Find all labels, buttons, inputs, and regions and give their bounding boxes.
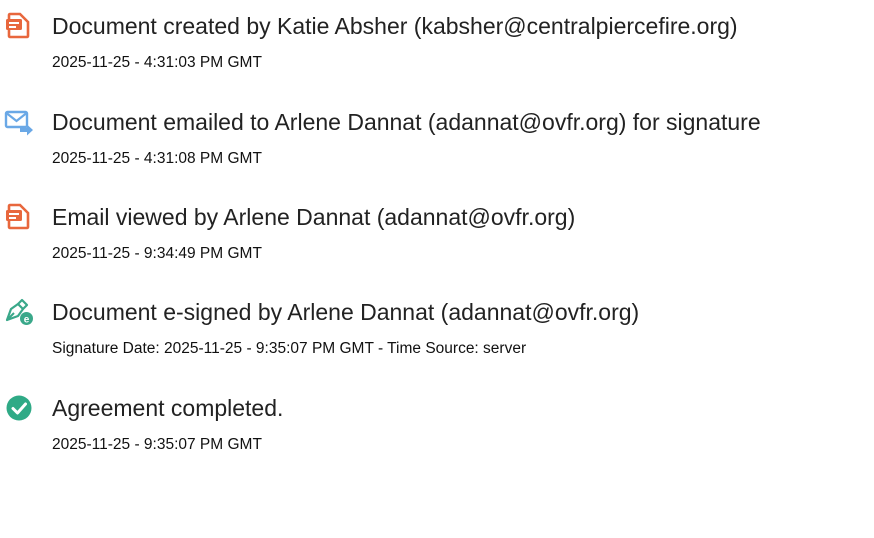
e-signed-icon: e	[4, 296, 34, 326]
event-title: Agreement completed.	[52, 395, 284, 421]
event-title: Document emailed to Arlene Dannat (adann…	[52, 109, 761, 135]
event-title: Document created by Katie Absher (kabshe…	[52, 13, 738, 39]
event-timestamp: 2025-11-25 - 9:34:49 PM GMT	[52, 245, 262, 262]
event-timestamp: 2025-11-25 - 4:31:03 PM GMT	[52, 54, 262, 71]
svg-text:e: e	[24, 314, 30, 325]
agreement-completed-icon	[4, 392, 34, 422]
event-timestamp: 2025-11-25 - 9:35:07 PM GMT	[52, 436, 262, 453]
event-title: Email viewed by Arlene Dannat (adannat@o…	[52, 204, 576, 230]
event-timestamp: 2025-11-25 - 4:31:08 PM GMT	[52, 150, 262, 167]
email-viewed-icon	[4, 201, 34, 231]
email-sent-icon	[4, 106, 34, 136]
event-timestamp: Signature Date: 2025-11-25 - 9:35:07 PM …	[52, 340, 527, 357]
document-created-icon	[4, 10, 34, 40]
event-title: Document e-signed by Arlene Dannat (adan…	[52, 299, 640, 325]
